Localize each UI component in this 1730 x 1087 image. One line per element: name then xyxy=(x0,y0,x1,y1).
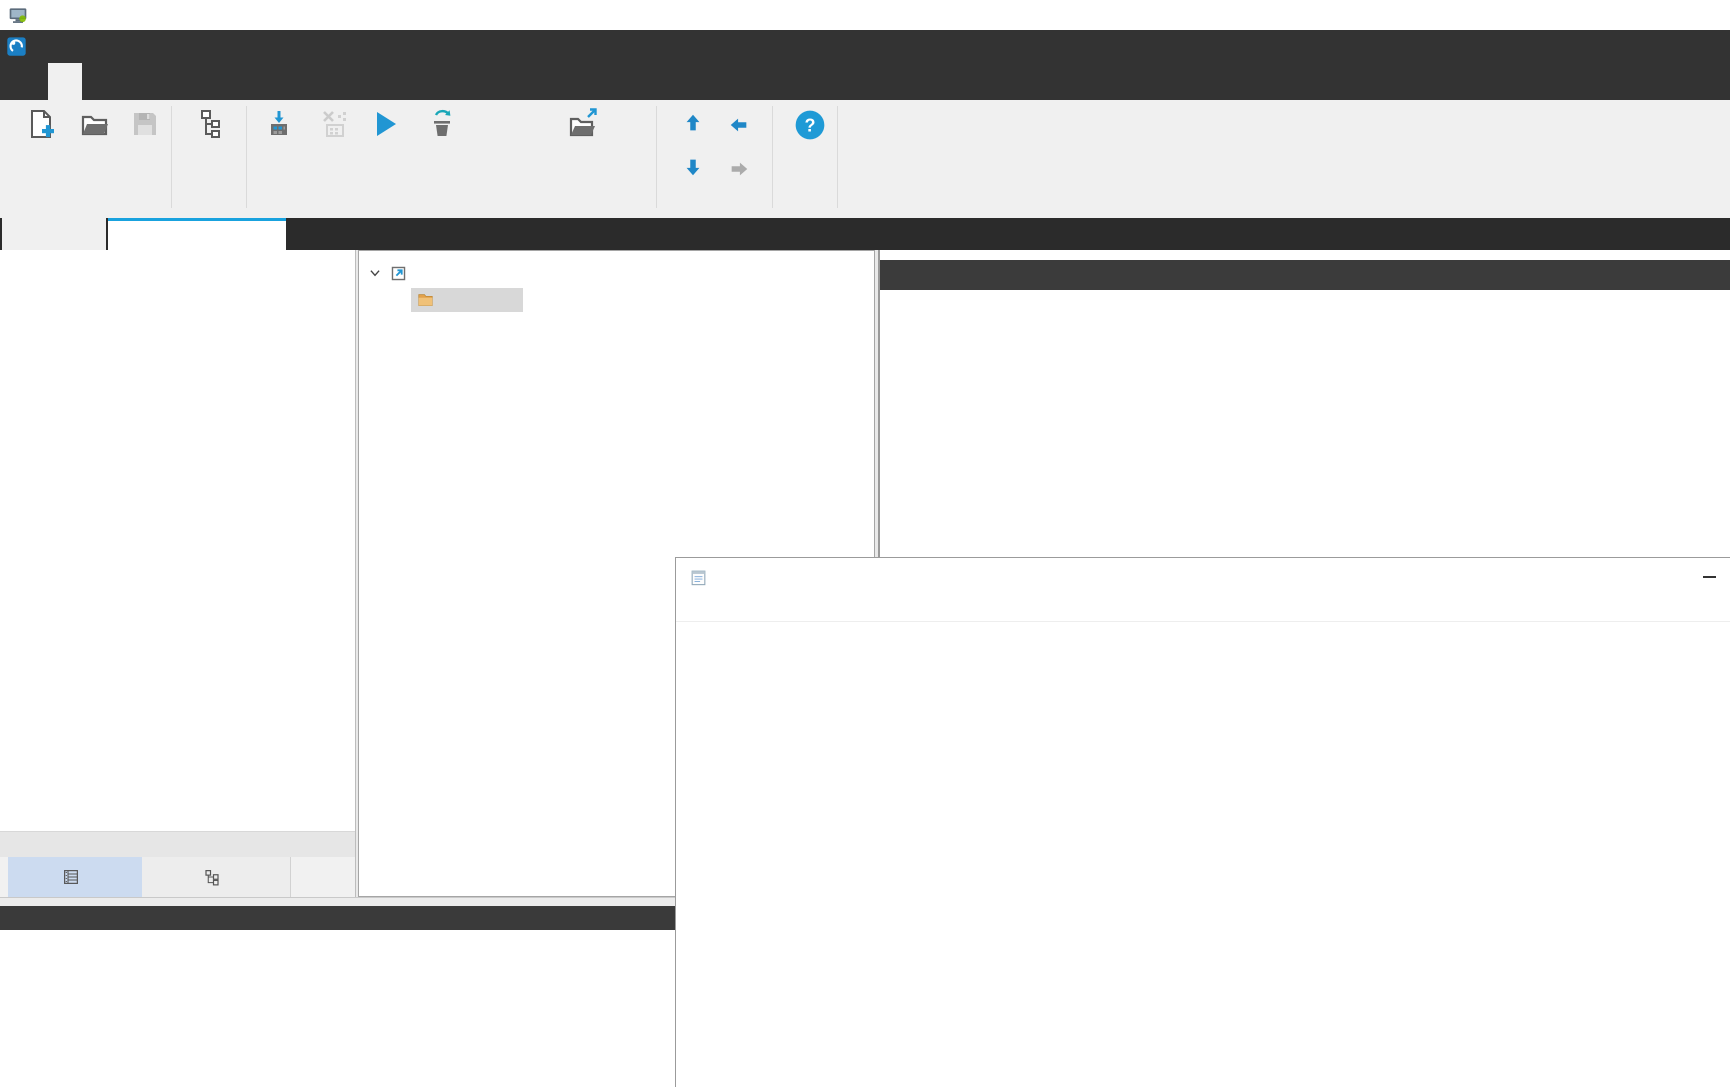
open-folder-icon xyxy=(79,108,111,140)
menu-view[interactable] xyxy=(116,63,150,100)
view-bar-button[interactable] xyxy=(8,857,142,897)
folder-icon xyxy=(417,291,434,308)
help-icon xyxy=(793,108,827,142)
screen xyxy=(0,0,1730,1087)
notepad-menu-help[interactable] xyxy=(754,598,772,621)
go-group xyxy=(668,104,768,196)
uninstall-icon xyxy=(426,108,458,140)
ribbon-separator xyxy=(246,106,247,208)
new-button[interactable] xyxy=(16,106,66,144)
notepad-icon xyxy=(689,568,708,587)
ribbon-separator xyxy=(772,106,773,208)
traditional-view-button[interactable] xyxy=(176,106,244,144)
view-list-button[interactable] xyxy=(142,857,291,897)
open-release-folder-button[interactable] xyxy=(524,106,642,144)
open-button[interactable] xyxy=(70,106,120,144)
tree-node-procmon[interactable] xyxy=(411,288,523,312)
notepad-text[interactable] xyxy=(676,622,1730,1087)
notepad-title-bar xyxy=(676,558,1730,598)
save-button[interactable] xyxy=(122,106,168,144)
stop-build-icon xyxy=(318,108,350,140)
view-list-icon xyxy=(203,868,221,886)
run-icon xyxy=(369,108,401,140)
menu-help[interactable] xyxy=(218,63,252,100)
notepad-menu-edit[interactable] xyxy=(700,598,718,621)
installshield-title-bar xyxy=(0,30,1730,63)
tree-node-applications[interactable] xyxy=(359,262,874,286)
save-icon xyxy=(129,108,161,140)
tab-start-page[interactable] xyxy=(2,218,106,250)
tab-installation-designer[interactable] xyxy=(108,218,286,250)
menu-build[interactable] xyxy=(150,63,184,100)
go-forward-arrow-icon[interactable] xyxy=(728,158,750,180)
chevron-down-icon[interactable] xyxy=(368,266,382,280)
menu-bar xyxy=(0,63,1730,100)
sidebar-footer xyxy=(0,857,355,897)
stop-build-button[interactable] xyxy=(308,106,360,144)
sidebar-footer-strip xyxy=(0,831,355,857)
menu-edit[interactable] xyxy=(82,63,116,100)
build-button[interactable] xyxy=(252,106,306,144)
property-panel-header xyxy=(880,260,1730,290)
traditional-view-icon xyxy=(194,108,226,140)
menu-tools[interactable] xyxy=(184,63,218,100)
ribbon xyxy=(0,100,1730,218)
ribbon-separator xyxy=(837,106,838,208)
view-tab-strip xyxy=(0,218,1730,250)
sidebar xyxy=(0,250,356,897)
open-release-folder-icon xyxy=(567,108,599,140)
ribbon-separator xyxy=(171,106,172,208)
notepad-menu-view[interactable] xyxy=(736,598,754,621)
rdp-icon xyxy=(8,5,28,25)
uninstall-button[interactable] xyxy=(410,106,474,144)
new-document-icon xyxy=(25,108,57,140)
view-bar-icon xyxy=(62,868,80,886)
menu-file[interactable] xyxy=(14,63,48,100)
rdp-connection-bar xyxy=(0,0,1730,30)
menu-home[interactable] xyxy=(48,63,82,100)
minimize-button-icon[interactable] xyxy=(1703,576,1716,578)
go-back-arrow-icon[interactable] xyxy=(728,114,750,136)
help-button[interactable] xyxy=(782,106,838,146)
go-up-arrow-icon[interactable] xyxy=(682,112,704,134)
notepad-menu-bar xyxy=(676,598,1730,622)
go-down-arrow-icon[interactable] xyxy=(682,156,704,178)
applications-icon xyxy=(390,265,407,282)
ribbon-separator xyxy=(656,106,657,208)
notepad-menu-file[interactable] xyxy=(682,598,700,621)
run-button[interactable] xyxy=(362,106,408,144)
installshield-logo-icon xyxy=(6,36,27,57)
notepad-menu-format[interactable] xyxy=(718,598,736,621)
build-icon xyxy=(263,108,295,140)
notepad-window xyxy=(675,557,1730,1087)
